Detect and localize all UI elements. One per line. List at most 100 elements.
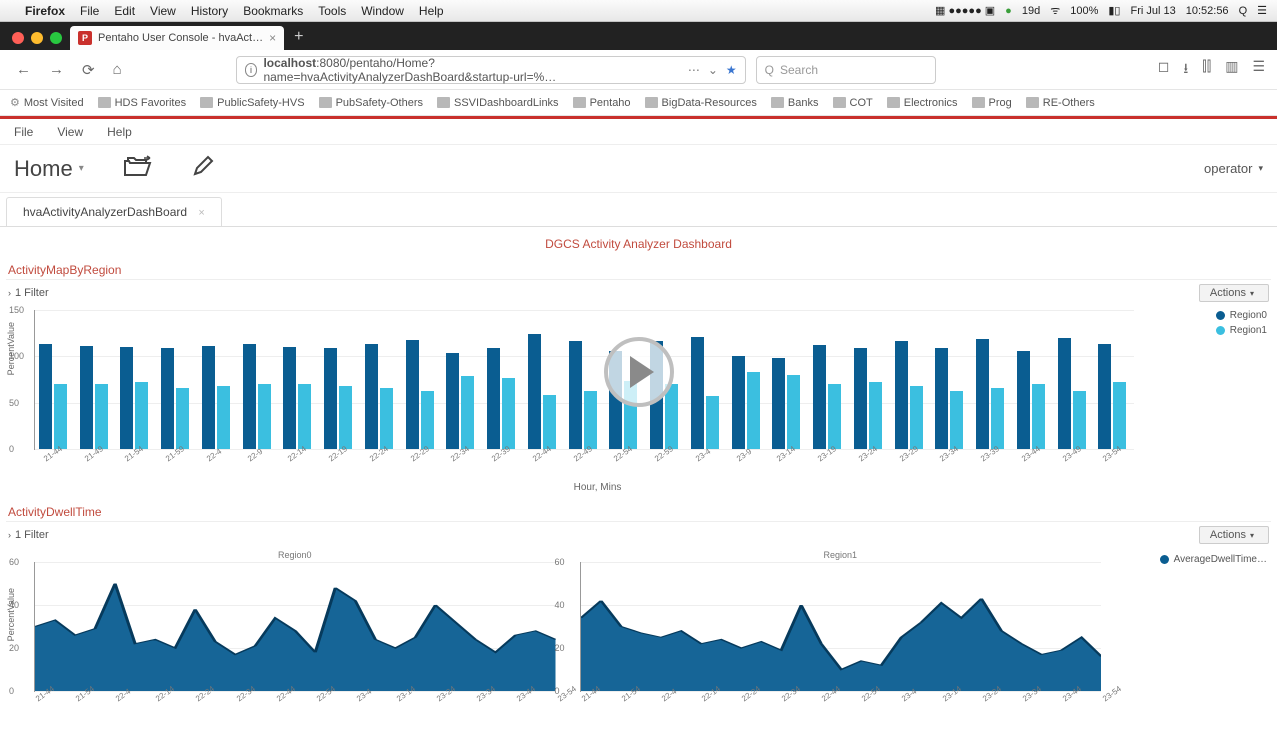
play-button[interactable] bbox=[604, 337, 674, 407]
bar-region1[interactable] bbox=[461, 376, 474, 449]
mac-menu-item[interactable]: Edit bbox=[114, 4, 135, 18]
site-info-icon[interactable]: i bbox=[245, 63, 258, 77]
edit-icon[interactable] bbox=[192, 155, 214, 183]
bookmark-item[interactable]: HDS Favorites bbox=[98, 97, 187, 109]
bar-region0[interactable] bbox=[365, 344, 378, 449]
url-bar[interactable]: i localhost:8080/pentaho/Home?name=hvaAc… bbox=[236, 56, 746, 84]
bar-region0[interactable] bbox=[120, 347, 133, 449]
bar-region1[interactable] bbox=[950, 391, 963, 449]
search-box[interactable]: Q Search bbox=[756, 56, 936, 84]
bar-region1[interactable] bbox=[502, 378, 515, 449]
mac-menu-item[interactable]: Help bbox=[419, 4, 444, 18]
bar-region0[interactable] bbox=[813, 345, 826, 449]
bar-region0[interactable] bbox=[39, 344, 52, 449]
bar-region0[interactable] bbox=[324, 348, 337, 449]
mac-menu-item[interactable]: Window bbox=[361, 4, 404, 18]
bar-region0[interactable] bbox=[487, 348, 500, 449]
bookmark-item[interactable]: ⚙Most Visited bbox=[10, 96, 84, 109]
bar-region0[interactable] bbox=[1098, 344, 1111, 449]
bar-region0[interactable] bbox=[772, 358, 785, 449]
bar-region0[interactable] bbox=[854, 348, 867, 449]
bar-region1[interactable] bbox=[298, 384, 311, 449]
bar-region1[interactable] bbox=[991, 388, 1004, 449]
bookmark-item[interactable]: COT bbox=[833, 97, 873, 109]
window-max-icon[interactable] bbox=[50, 32, 62, 44]
bar-region1[interactable] bbox=[258, 384, 271, 449]
bar-region1[interactable] bbox=[54, 384, 67, 449]
expand-icon[interactable]: › bbox=[8, 288, 11, 298]
bookmark-item[interactable]: BigData-Resources bbox=[645, 97, 757, 109]
filter-label[interactable]: 1 Filter bbox=[15, 529, 49, 541]
home-icon[interactable]: ⌂ bbox=[109, 57, 126, 82]
open-file-icon[interactable] bbox=[124, 155, 152, 183]
bar-region0[interactable] bbox=[976, 339, 989, 449]
bar-region0[interactable] bbox=[935, 348, 948, 449]
actions-button[interactable]: Actions▾ bbox=[1199, 284, 1269, 302]
download-icon[interactable]: ⭳ bbox=[1183, 58, 1188, 82]
window-min-icon[interactable] bbox=[31, 32, 43, 44]
expand-icon[interactable]: › bbox=[8, 530, 11, 540]
user-menu[interactable]: operator ▾ bbox=[1204, 161, 1263, 176]
bar-region1[interactable] bbox=[339, 386, 352, 449]
bar-region0[interactable] bbox=[161, 348, 174, 449]
bookmark-item[interactable]: PubSafety-Others bbox=[319, 97, 423, 109]
bookmark-item[interactable]: PublicSafety-HVS bbox=[200, 97, 304, 109]
bar-region1[interactable] bbox=[665, 384, 678, 449]
bookmark-item[interactable]: Pentaho bbox=[573, 97, 631, 109]
bar-region1[interactable] bbox=[217, 386, 230, 449]
mac-menu-item[interactable]: View bbox=[150, 4, 176, 18]
page-actions-icon[interactable]: ⋯ bbox=[688, 63, 700, 77]
account-icon[interactable]: ◻ bbox=[1158, 58, 1170, 82]
bar-region0[interactable] bbox=[691, 337, 704, 449]
bar-region0[interactable] bbox=[1058, 338, 1071, 449]
bar-region0[interactable] bbox=[80, 346, 93, 449]
bar-region1[interactable] bbox=[1032, 384, 1045, 449]
bar-region0[interactable] bbox=[528, 334, 541, 449]
bar-region1[interactable] bbox=[380, 388, 393, 449]
close-icon[interactable]: × bbox=[198, 207, 204, 219]
dashboard-tab[interactable]: hvaActivityAnalyzerDashBoard × bbox=[6, 197, 222, 226]
new-tab-button[interactable]: + bbox=[284, 28, 313, 50]
bookmark-item[interactable]: Electronics bbox=[887, 97, 958, 109]
filter-label[interactable]: 1 Filter bbox=[15, 287, 49, 299]
actions-button[interactable]: Actions▾ bbox=[1199, 526, 1269, 544]
back-icon[interactable]: ← bbox=[12, 57, 35, 82]
bookmark-item[interactable]: Banks bbox=[771, 97, 819, 109]
bar-region0[interactable] bbox=[446, 353, 459, 449]
bar-region1[interactable] bbox=[910, 386, 923, 449]
bar-region1[interactable] bbox=[95, 384, 108, 449]
bar-region1[interactable] bbox=[869, 382, 882, 449]
bar-region0[interactable] bbox=[732, 356, 745, 449]
mac-menu-item[interactable]: Tools bbox=[318, 4, 346, 18]
bookmark-item[interactable]: RE-Others bbox=[1026, 97, 1095, 109]
bar-region1[interactable] bbox=[787, 375, 800, 449]
pocket-icon[interactable]: ⌄ bbox=[708, 63, 718, 77]
bookmark-star-icon[interactable]: ★ bbox=[726, 63, 737, 77]
library-icon[interactable]: ⫿⫿ bbox=[1202, 58, 1211, 82]
bar-region1[interactable] bbox=[706, 396, 719, 449]
forward-icon[interactable]: → bbox=[45, 57, 68, 82]
window-close-icon[interactable] bbox=[12, 32, 24, 44]
bookmark-item[interactable]: Prog bbox=[972, 97, 1012, 109]
pentaho-menu-item[interactable]: View bbox=[57, 125, 83, 139]
bar-region0[interactable] bbox=[406, 340, 419, 449]
mac-menu-item[interactable]: File bbox=[80, 4, 99, 18]
mac-menu-item[interactable]: Bookmarks bbox=[243, 4, 303, 18]
bar-region0[interactable] bbox=[243, 344, 256, 449]
bar-region1[interactable] bbox=[543, 395, 556, 449]
bar-region1[interactable] bbox=[747, 372, 760, 449]
bar-region0[interactable] bbox=[569, 341, 582, 449]
bar-region0[interactable] bbox=[1017, 351, 1030, 449]
bar-region1[interactable] bbox=[135, 382, 148, 449]
sidebar-icon[interactable]: ▥ bbox=[1225, 58, 1238, 82]
pentaho-menu-item[interactable]: File bbox=[14, 125, 33, 139]
bar-region1[interactable] bbox=[421, 391, 434, 449]
bookmark-item[interactable]: SSVIDashboardLinks bbox=[437, 97, 559, 109]
menu-icon[interactable]: ☰ bbox=[1257, 4, 1267, 17]
bar-region0[interactable] bbox=[895, 341, 908, 449]
hamburger-icon[interactable]: ☰ bbox=[1252, 58, 1265, 82]
browser-tab[interactable]: P Pentaho User Console - hvaAct… × bbox=[70, 26, 284, 50]
pentaho-menu-item[interactable]: Help bbox=[107, 125, 132, 139]
tab-close-icon[interactable]: × bbox=[269, 31, 276, 45]
bar-region0[interactable] bbox=[283, 347, 296, 449]
